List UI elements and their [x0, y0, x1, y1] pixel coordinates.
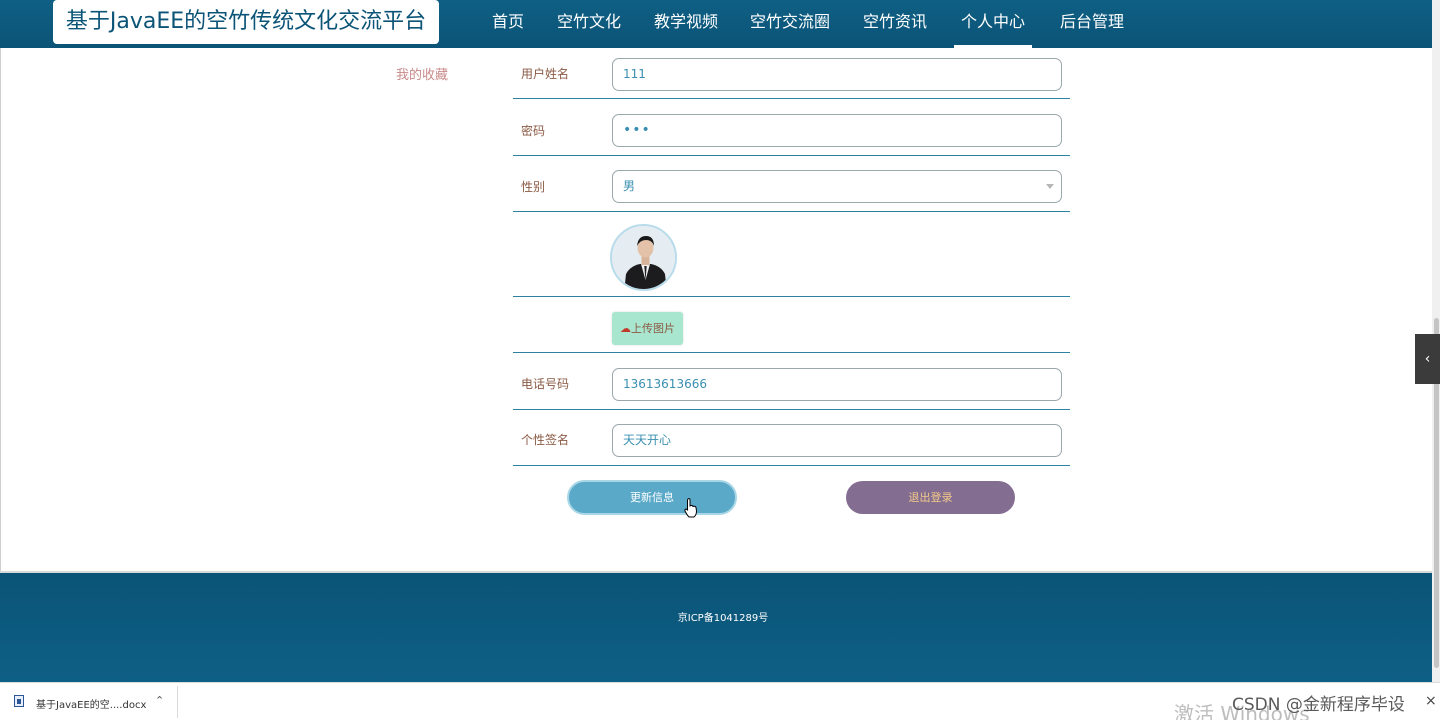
chevron-up-icon[interactable]: ⌃	[155, 694, 164, 707]
word-document-icon	[14, 695, 24, 707]
nav-item-culture[interactable]: 空竹文化	[557, 0, 621, 48]
password-field[interactable]: •••	[612, 114, 1062, 147]
hand-cursor-icon	[684, 498, 698, 518]
chevron-left-icon[interactable]: ‹	[1415, 334, 1440, 384]
nav-item-community[interactable]: 空竹交流圈	[750, 0, 830, 48]
username-label: 用户姓名	[521, 67, 570, 81]
password-label: 密码	[521, 124, 546, 138]
close-icon[interactable]: ×	[1425, 693, 1437, 709]
gender-label: 性别	[521, 180, 546, 194]
username-field[interactable]: 111	[612, 58, 1062, 91]
row-divider	[513, 352, 1070, 353]
nav-item-news[interactable]: 空竹资讯	[863, 0, 927, 48]
nav-item-videos[interactable]: 教学视频	[654, 0, 718, 48]
cloud-upload-icon: ☁	[620, 322, 631, 335]
nav-item-home[interactable]: 首页	[492, 0, 524, 48]
icp-record: 京ICP备1041289号	[677, 613, 769, 624]
row-divider	[513, 98, 1070, 99]
row-divider	[513, 296, 1070, 297]
footer: 京ICP备1041289号	[0, 571, 1432, 682]
nav-item-admin[interactable]: 后台管理	[1060, 0, 1124, 48]
avatar	[610, 224, 677, 291]
nav-item-personal-center[interactable]: 个人中心	[954, 0, 1033, 48]
row-divider	[513, 211, 1070, 212]
upload-image-button[interactable]: ☁上传图片	[612, 312, 683, 345]
site-title[interactable]: 基于JavaEE的空竹传统文化交流平台	[53, 0, 439, 44]
row-divider	[513, 155, 1070, 156]
csdn-watermark: CSDN @金新程序毕设	[1232, 695, 1405, 715]
page-frame-border	[0, 48, 1, 571]
phone-field[interactable]: 13613613666	[612, 368, 1062, 401]
download-file-name[interactable]: 基于JavaEE的空....docx	[36, 696, 146, 711]
sidebar-item-favorites[interactable]: 我的收藏	[396, 64, 448, 83]
row-divider	[513, 465, 1070, 466]
signature-field[interactable]: 天天开心	[612, 424, 1062, 457]
row-divider	[513, 409, 1070, 410]
phone-label: 电话号码	[521, 377, 570, 391]
chevron-down-icon[interactable]	[1046, 184, 1054, 189]
download-separator	[177, 686, 178, 718]
signature-label: 个性签名	[521, 433, 570, 447]
gender-select[interactable]: 男	[612, 170, 1062, 203]
update-info-button[interactable]: 更新信息	[567, 480, 737, 515]
logout-button[interactable]: 退出登录	[846, 481, 1015, 514]
upload-image-label: 上传图片	[631, 322, 675, 335]
avatar-person-icon	[612, 226, 675, 289]
